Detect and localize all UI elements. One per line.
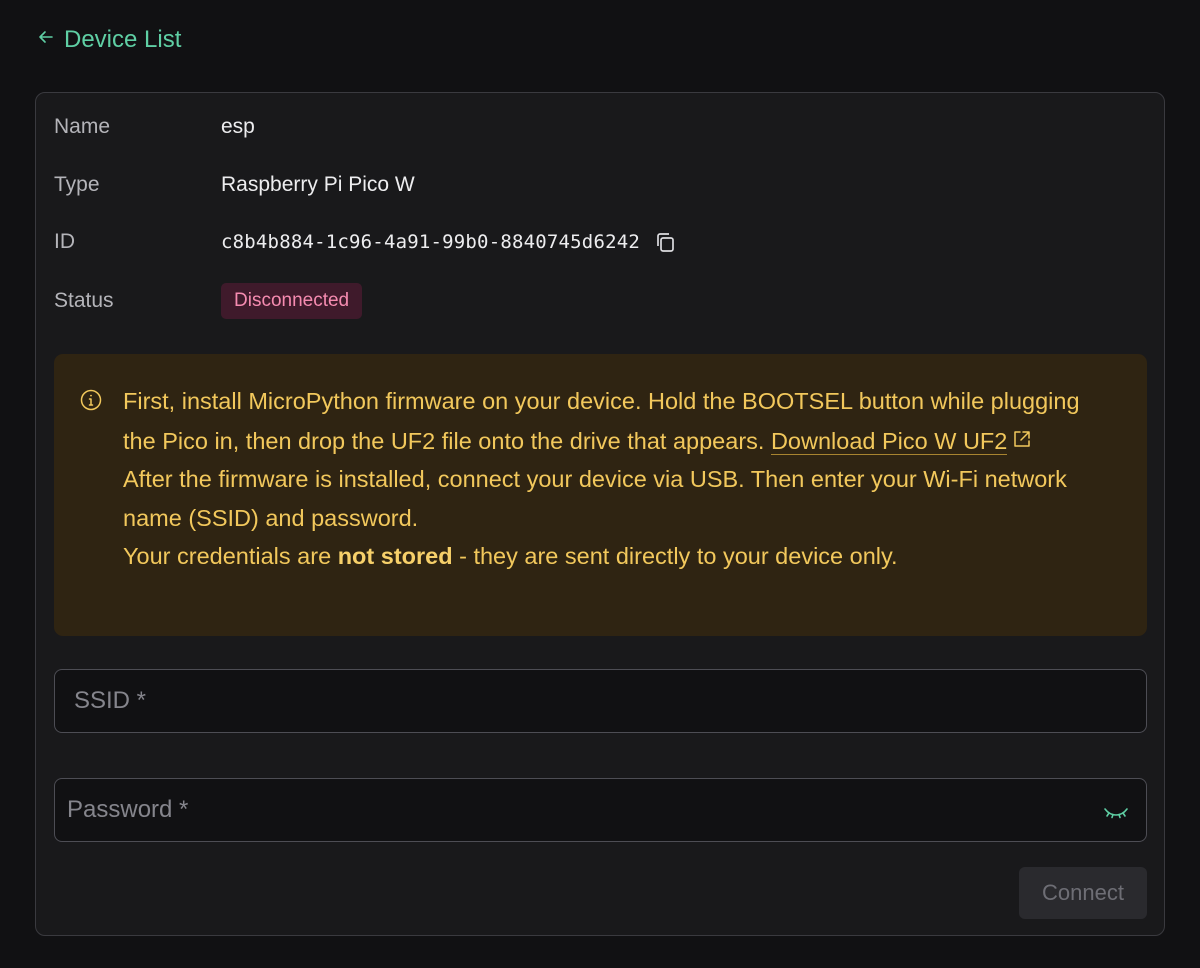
- device-id-label: ID: [54, 230, 75, 253]
- copy-icon[interactable]: [654, 231, 676, 253]
- password-field: [54, 778, 1147, 842]
- info-icon: [80, 384, 102, 411]
- ssid-field: [54, 669, 1147, 733]
- arrow-left-icon: [36, 26, 56, 54]
- device-name-row: Name esp: [54, 112, 255, 142]
- password-input[interactable]: [55, 779, 1146, 841]
- download-uf2-link[interactable]: Download Pico W UF2: [770, 427, 1008, 455]
- device-name-label: Name: [54, 115, 111, 138]
- device-type-row: Type Raspberry Pi Pico W: [54, 170, 415, 200]
- alert-text-3-post: - they are sent directly to your device …: [452, 543, 898, 569]
- device-status-label: Status: [54, 289, 114, 312]
- device-id-value: c8b4b884-1c96-4a91-99b0-8840745d6242: [221, 231, 641, 253]
- alert-text-3-pre: Your credentials are: [123, 543, 338, 569]
- device-id-row: ID c8b4b884-1c96-4a91-99b0-8840745d6242: [54, 227, 676, 257]
- device-name-value: esp: [221, 115, 255, 138]
- alert-text-3-bold: not stored: [337, 543, 453, 569]
- device-details-card: Name esp Type Raspberry Pi Pico W ID c8b…: [35, 92, 1165, 936]
- alert-paragraph-1: First, install MicroPython firmware on y…: [123, 382, 1107, 460]
- eye-closed-icon[interactable]: [1103, 801, 1129, 821]
- firmware-instructions-alert: First, install MicroPython firmware on y…: [54, 354, 1147, 636]
- back-to-device-list-link[interactable]: Device List: [36, 26, 181, 54]
- alert-paragraph-2: After the firmware is installed, connect…: [123, 466, 1067, 531]
- back-link-label: Device List: [64, 26, 182, 53]
- ssid-input[interactable]: [55, 670, 1146, 732]
- status-badge: Disconnected: [221, 283, 363, 319]
- external-link-icon: [1013, 421, 1031, 447]
- alert-paragraph-3: Your credentials are not stored - they a…: [123, 537, 1107, 576]
- connect-button[interactable]: Connect: [1019, 867, 1147, 919]
- device-type-value: Raspberry Pi Pico W: [221, 173, 415, 196]
- device-status-row: Status Disconnected: [54, 283, 363, 319]
- device-type-label: Type: [54, 173, 100, 196]
